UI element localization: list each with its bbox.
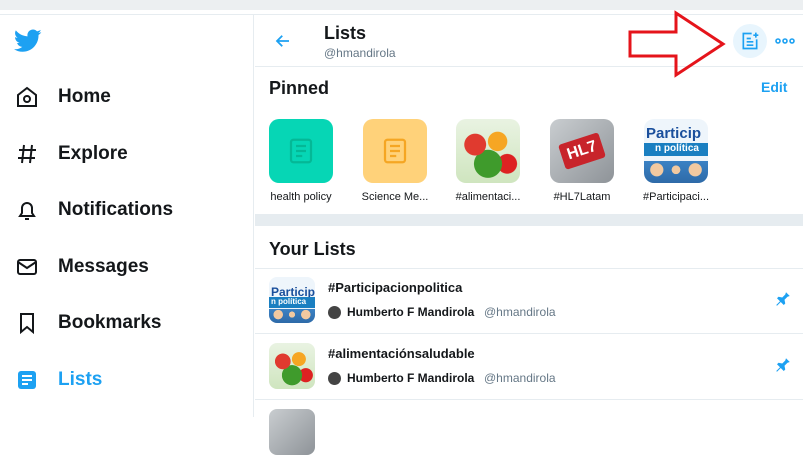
hashtag-icon (14, 141, 40, 167)
list-thumbnail: Particip n política (269, 277, 315, 323)
your-lists-heading: Your Lists (269, 239, 356, 259)
lists-icon (14, 367, 40, 393)
list-item[interactable]: Particip n política #Participacionpoliti… (255, 269, 803, 333)
list-thumbnail: HL7 (550, 119, 614, 183)
back-button[interactable] (271, 29, 295, 53)
envelope-icon (14, 254, 40, 280)
edit-pinned-link[interactable]: Edit (761, 79, 787, 95)
new-list-icon (742, 32, 759, 50)
hl7-key-text: HL7 (557, 132, 607, 170)
list-owner-name: Humberto F Mandirola (347, 305, 475, 319)
list-item[interactable]: #alimentaciónsaludable Humberto F Mandir… (255, 335, 803, 399)
page-handle: @hmandirola (324, 46, 396, 60)
sidebar-item-label: Bookmarks (58, 312, 162, 333)
avatar (328, 306, 341, 319)
list-placeholder-icon (289, 138, 313, 164)
pinned-list-item[interactable]: Science Me... (355, 119, 435, 203)
sidebar-item-notifications[interactable]: Notifications (14, 194, 173, 226)
pinned-list-label: #Participaci... (642, 191, 710, 203)
twitter-bird-icon[interactable] (13, 29, 42, 53)
bell-icon (14, 197, 40, 223)
pinned-list-label: health policy (270, 191, 332, 203)
pinned-list-label: #alimentaci... (455, 191, 521, 203)
sidebar-item-label: Notifications (58, 199, 174, 220)
more-options-button[interactable] (773, 29, 797, 53)
list-thumbnail (456, 119, 520, 183)
pinned-list-item[interactable]: HL7 #HL7Latam (542, 119, 622, 203)
top-strip (0, 0, 803, 10)
list-owner-handle: @hmandirola (484, 371, 556, 385)
list-thumbnail (269, 119, 333, 183)
create-new-list-button[interactable] (733, 24, 767, 58)
pinned-list-item[interactable]: Particip n política #Participaci... (636, 119, 716, 203)
pinned-list-label: #HL7Latam (553, 191, 611, 203)
sidebar-item-label: Messages (58, 256, 149, 277)
sidebar-item-home[interactable]: Home (14, 81, 111, 113)
pinned-heading: Pinned (269, 78, 330, 98)
avatar (328, 372, 341, 385)
section-divider (255, 214, 803, 226)
pinned-list-item[interactable]: #alimentaci... (448, 119, 528, 203)
row-divider (255, 399, 803, 400)
sidebar-item-label: Explore (58, 143, 128, 164)
home-icon (14, 84, 40, 110)
list-thumbnail (269, 343, 315, 389)
list-thumbnail (363, 119, 427, 183)
sidebar: Home Explore Notifications Messages Book… (0, 15, 254, 417)
sidebar-item-explore[interactable]: Explore (14, 138, 128, 170)
list-name: #alimentaciónsaludable (328, 346, 475, 361)
pin-icon[interactable] (774, 356, 792, 374)
list-thumbnail: Particip n política (644, 119, 708, 183)
sidebar-item-messages[interactable]: Messages (14, 251, 149, 283)
list-name: #Participacionpolitica (328, 280, 463, 295)
list-owner-handle: @hmandirola (484, 305, 556, 319)
sidebar-item-label: Home (58, 86, 111, 107)
bookmark-icon (14, 310, 40, 336)
back-arrow-icon (275, 35, 289, 47)
sidebar-item-lists[interactable]: Lists (14, 364, 102, 396)
list-owner-name: Humberto F Mandirola (347, 371, 475, 385)
sidebar-item-label: Lists (58, 369, 103, 390)
more-icon (775, 38, 795, 44)
pinned-list-item[interactable]: health policy (261, 119, 341, 203)
annotation-arrow (628, 10, 726, 78)
pinned-list-label: Science Me... (361, 191, 429, 203)
page-title: Lists (324, 23, 367, 43)
list-placeholder-icon (383, 138, 407, 164)
pin-icon[interactable] (774, 290, 792, 308)
list-thumbnail (269, 409, 315, 455)
list-item[interactable] (255, 401, 803, 465)
row-divider (255, 333, 803, 334)
sidebar-item-bookmarks[interactable]: Bookmarks (14, 307, 162, 339)
